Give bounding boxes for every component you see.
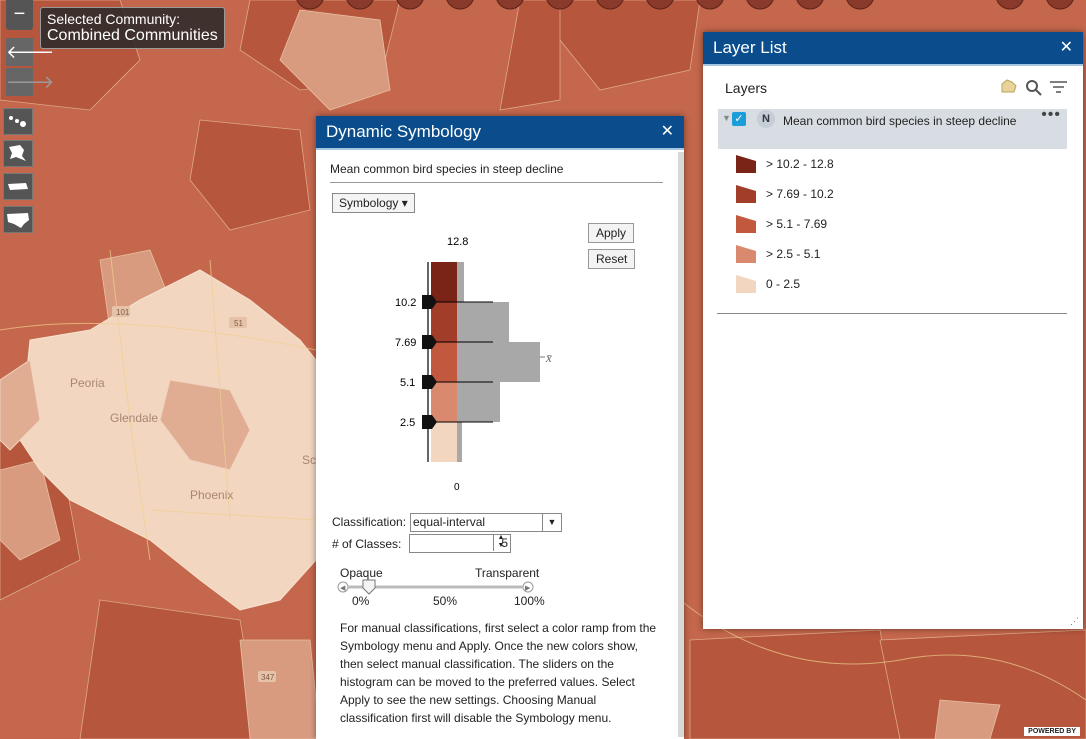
powered-by-esri: POWERED BY: [1024, 727, 1080, 736]
caret-down-icon: ▼: [542, 514, 561, 531]
map-label-phoenix: Phoenix: [190, 488, 233, 502]
opacity-tick-50: 50%: [433, 594, 458, 608]
caret-down-icon[interactable]: ▼: [722, 113, 731, 123]
usa-icon: [7, 213, 29, 228]
legend-label: 0 - 2.5: [766, 277, 801, 291]
opacity-tick-0: 0%: [352, 594, 370, 608]
zoom-out-button[interactable]: −: [6, 0, 33, 30]
forward-arrow-button[interactable]: 🡒: [6, 68, 54, 96]
community-caption: Selected Community:: [47, 11, 181, 27]
map-label-peoria: Peoria: [70, 376, 105, 390]
dynamic-symbology-panel: Dynamic Symbology ✕ Mean common bird spe…: [316, 116, 684, 739]
legend-swatch: [736, 155, 756, 173]
histogram-min-label: 0: [454, 482, 460, 493]
opacity-handle[interactable]: [362, 579, 376, 595]
basemap-icon[interactable]: [998, 78, 1018, 96]
layer-name: Mean common bird species in steep declin…: [783, 114, 1017, 128]
legend-swatch: [736, 185, 756, 203]
legend-label: > 5.1 - 7.69: [766, 217, 828, 231]
legend-label: > 10.2 - 12.8: [766, 157, 834, 171]
panel-scrollbar[interactable]: [678, 152, 684, 737]
layers-heading: Layers: [725, 80, 768, 96]
opacity-slider[interactable]: ◀ ▶: [336, 579, 546, 595]
layer-list-panel: Layer List ✕ Layers ▼ ✓ N Mean common bi…: [703, 32, 1083, 629]
classification-select[interactable]: equal-interval ▼: [410, 513, 562, 532]
svg-text:◀: ◀: [340, 585, 346, 592]
filter-options-icon[interactable]: [1049, 79, 1069, 97]
back-arrow-button[interactable]: 🡐: [6, 38, 54, 66]
resize-grip-icon[interactable]: ⋰: [1070, 616, 1079, 627]
mean-marker: x̄: [545, 350, 552, 365]
histogram-bars: [457, 262, 540, 462]
layer-type-badge: N: [757, 110, 775, 128]
break-label-4: 2.5: [400, 417, 415, 429]
layer-list-header: Layer List ✕: [703, 32, 1083, 66]
selected-community-box: Selected Community: Combined Communities: [40, 7, 225, 49]
route-shield-51: 51: [234, 319, 243, 328]
help-text: For manual classifications, first select…: [340, 621, 657, 725]
arrow-right-icon: 🡒: [6, 72, 55, 92]
legend-swatch: [736, 245, 756, 263]
legend-label: > 2.5 - 5.1: [766, 247, 821, 261]
more-options-icon[interactable]: •••: [1041, 106, 1061, 124]
close-icon[interactable]: ✕: [1060, 32, 1073, 64]
color-ramp: [427, 262, 457, 462]
classes-spinner[interactable]: ▲ ▼: [493, 534, 508, 551]
classification-value: equal-interval: [413, 515, 486, 529]
legend-label: > 7.69 - 10.2: [766, 187, 834, 201]
alaska-icon: [9, 145, 26, 161]
svg-text:▶: ▶: [525, 585, 531, 592]
hawaii-icon: [9, 116, 26, 127]
community-name: Combined Communities: [47, 27, 218, 44]
classes-label: # of Classes:: [332, 537, 402, 551]
break-label-1: 10.2: [395, 297, 416, 309]
classification-label: Classification:: [332, 515, 407, 529]
opaque-label: Opaque: [340, 566, 383, 580]
map-label-scottsdale: Sc: [302, 453, 316, 467]
break-label-2: 7.69: [395, 337, 416, 349]
map-label-glendale: Glendale: [110, 411, 158, 425]
search-icon[interactable]: [1025, 79, 1043, 97]
transparent-label: Transparent: [475, 566, 540, 580]
break-label-3: 5.1: [400, 377, 415, 389]
puerto-rico-icon: [8, 183, 28, 190]
legend-swatch: [736, 275, 756, 293]
puerto-rico-extent-button[interactable]: [3, 173, 33, 200]
layer-visibility-checkbox[interactable]: ✓: [732, 112, 746, 126]
arrow-left-icon: 🡐: [6, 42, 55, 62]
opacity-tick-100: 100%: [514, 594, 545, 608]
route-shield-101: 101: [116, 308, 130, 317]
legend-divider: [717, 313, 1067, 314]
layer-list-title: Layer List: [713, 38, 787, 57]
legend-swatch: [736, 215, 756, 233]
histogram-chart: 12.8 0 10.2 7.69 5.1 2.5 x̄: [395, 236, 552, 493]
hawaii-extent-button[interactable]: [3, 108, 33, 135]
route-shield-347: 347: [261, 673, 275, 682]
conus-extent-button[interactable]: [3, 206, 33, 233]
histogram-max-label: 12.8: [447, 236, 468, 248]
alaska-extent-button[interactable]: [3, 140, 33, 167]
layer-row[interactable]: ▼ ✓ N Mean common bird species in steep …: [718, 106, 1067, 149]
